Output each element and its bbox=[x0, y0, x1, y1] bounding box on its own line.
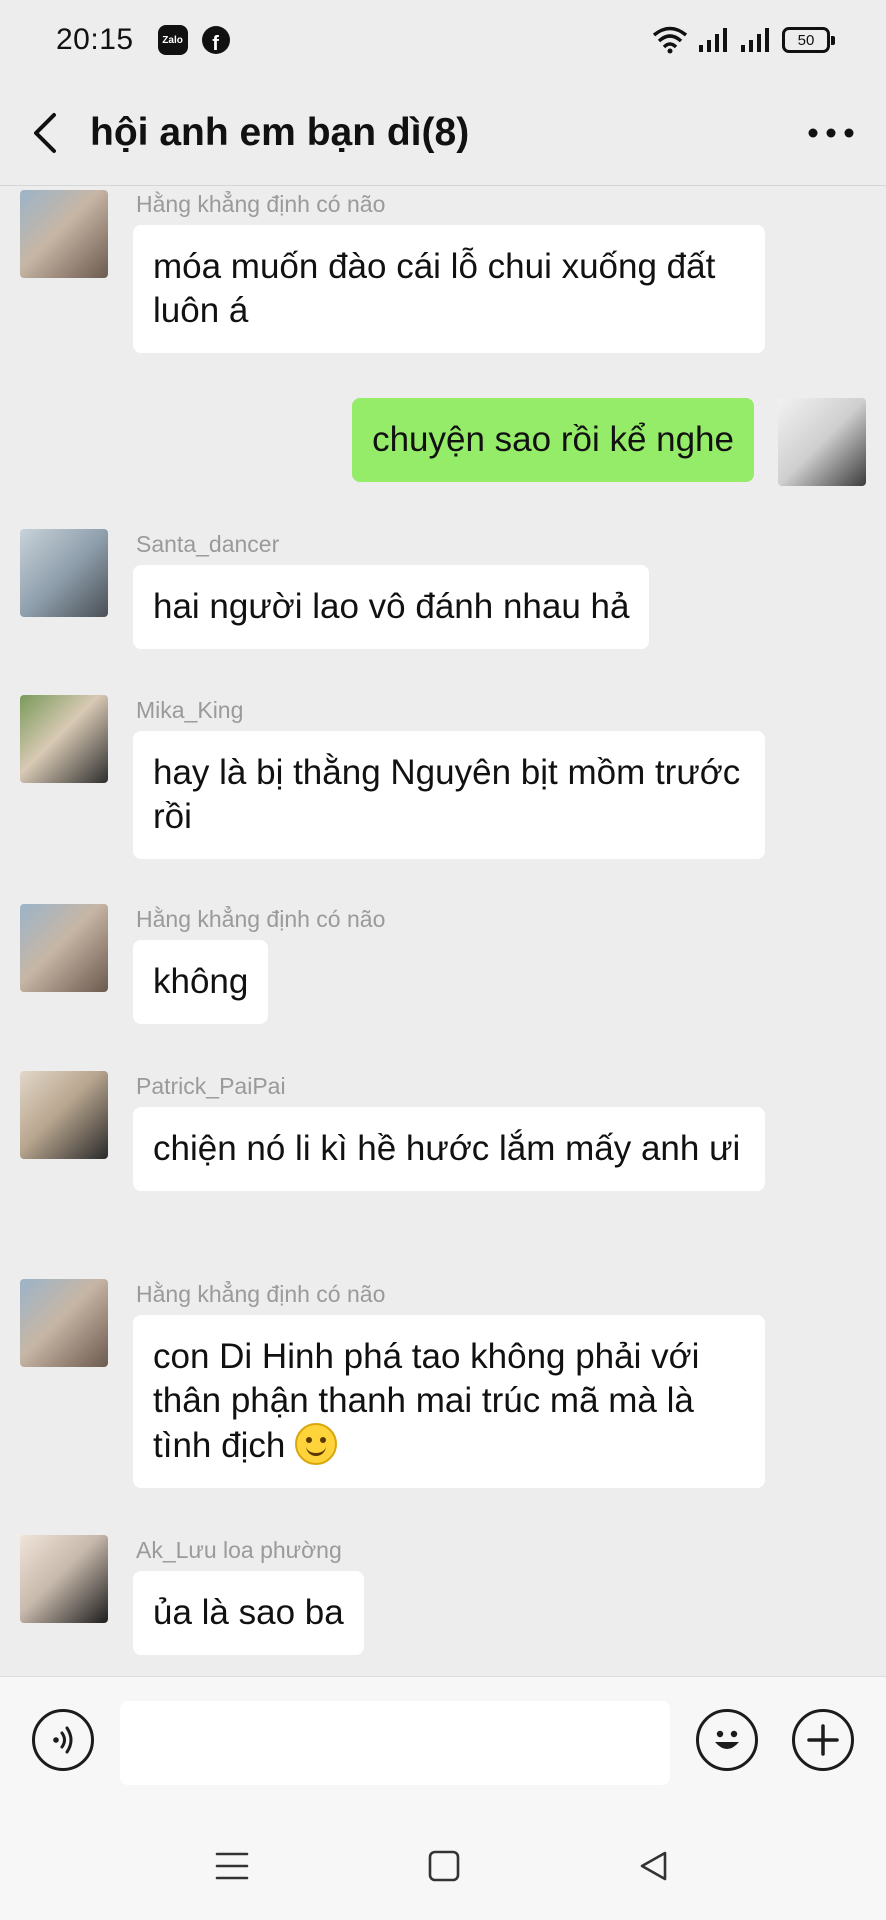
more-button[interactable] bbox=[776, 80, 886, 186]
sender-name: Hằng khẳng định có não bbox=[136, 906, 386, 932]
message-bubble[interactable]: móa muốn đào cái lỗ chui xuống đất luôn … bbox=[133, 225, 765, 353]
avatar[interactable] bbox=[20, 904, 108, 992]
emoji-button[interactable] bbox=[696, 1709, 758, 1771]
emoji-icon bbox=[715, 1730, 739, 1749]
status-bar: 20:15 Zalo f 50 bbox=[0, 0, 886, 80]
status-indicators: 50 bbox=[652, 26, 835, 54]
more-horizontal-icon bbox=[808, 128, 854, 137]
smile-emoji-icon bbox=[295, 1423, 338, 1465]
back-button[interactable] bbox=[0, 80, 90, 186]
message-input-bar bbox=[0, 1676, 886, 1812]
sender-name: Mika_King bbox=[136, 697, 244, 723]
nav-back-button[interactable] bbox=[630, 1842, 678, 1890]
avatar[interactable] bbox=[20, 529, 108, 617]
message-text: con Di Hinh phá tao không phải với thân … bbox=[153, 1337, 700, 1465]
battery-icon: 50 bbox=[782, 27, 835, 53]
message-bubble[interactable]: chiện nó li kì hề hước lắm mấy anh ưi bbox=[133, 1107, 765, 1191]
sender-name: Ak_Lưu loa phường bbox=[136, 1537, 342, 1563]
message-bubble[interactable]: hay là bị thằng Nguyên bịt mồm trước rồi bbox=[133, 731, 765, 859]
chat-message-list[interactable]: Hằng khẳng định có não móa muốn đào cái … bbox=[0, 187, 886, 1675]
avatar[interactable] bbox=[778, 398, 866, 486]
chevron-left-icon bbox=[34, 112, 56, 153]
avatar[interactable] bbox=[20, 1279, 108, 1367]
plus-icon bbox=[807, 1724, 839, 1756]
message-bubble[interactable]: chuyện sao rồi kể nghe bbox=[352, 398, 754, 482]
sender-name: Hằng khẳng định có não bbox=[136, 1281, 386, 1307]
plus-button[interactable] bbox=[792, 1709, 854, 1771]
signal-icon-1 bbox=[699, 28, 727, 52]
menu-button[interactable] bbox=[208, 1842, 256, 1890]
avatar[interactable] bbox=[20, 695, 108, 783]
wifi-icon bbox=[652, 26, 688, 54]
message-bubble[interactable]: hai người lao vô đánh nhau hả bbox=[133, 565, 650, 649]
sender-name: Hằng khẳng định có não bbox=[136, 191, 386, 217]
avatar[interactable] bbox=[20, 1071, 108, 1159]
sender-name: Patrick_PaiPai bbox=[136, 1073, 286, 1099]
message-bubble[interactable]: con Di Hinh phá tao không phải với thân … bbox=[133, 1315, 765, 1488]
message-input[interactable] bbox=[120, 1701, 670, 1785]
status-time: 20:15 bbox=[56, 23, 134, 56]
zalo-app-icon: Zalo bbox=[157, 25, 188, 55]
home-button[interactable] bbox=[420, 1842, 468, 1890]
chat-header: hội anh em bạn dì(8) bbox=[0, 80, 886, 186]
message-bubble[interactable]: không bbox=[133, 940, 269, 1024]
facebook-app-icon: f bbox=[201, 26, 230, 54]
sender-name: Santa_dancer bbox=[136, 531, 280, 557]
system-nav-bar bbox=[0, 1812, 886, 1920]
voice-icon bbox=[53, 1726, 73, 1754]
avatar[interactable] bbox=[20, 1535, 108, 1623]
avatar[interactable] bbox=[20, 190, 108, 278]
signal-icon-2 bbox=[741, 28, 769, 52]
chat-title: hội anh em bạn dì(8) bbox=[90, 110, 470, 154]
voice-button[interactable] bbox=[32, 1709, 94, 1771]
back-triangle-icon bbox=[640, 1851, 667, 1881]
menu-icon bbox=[215, 1852, 249, 1880]
message-bubble[interactable]: ủa là sao ba bbox=[133, 1571, 364, 1655]
home-square-icon bbox=[428, 1850, 460, 1882]
